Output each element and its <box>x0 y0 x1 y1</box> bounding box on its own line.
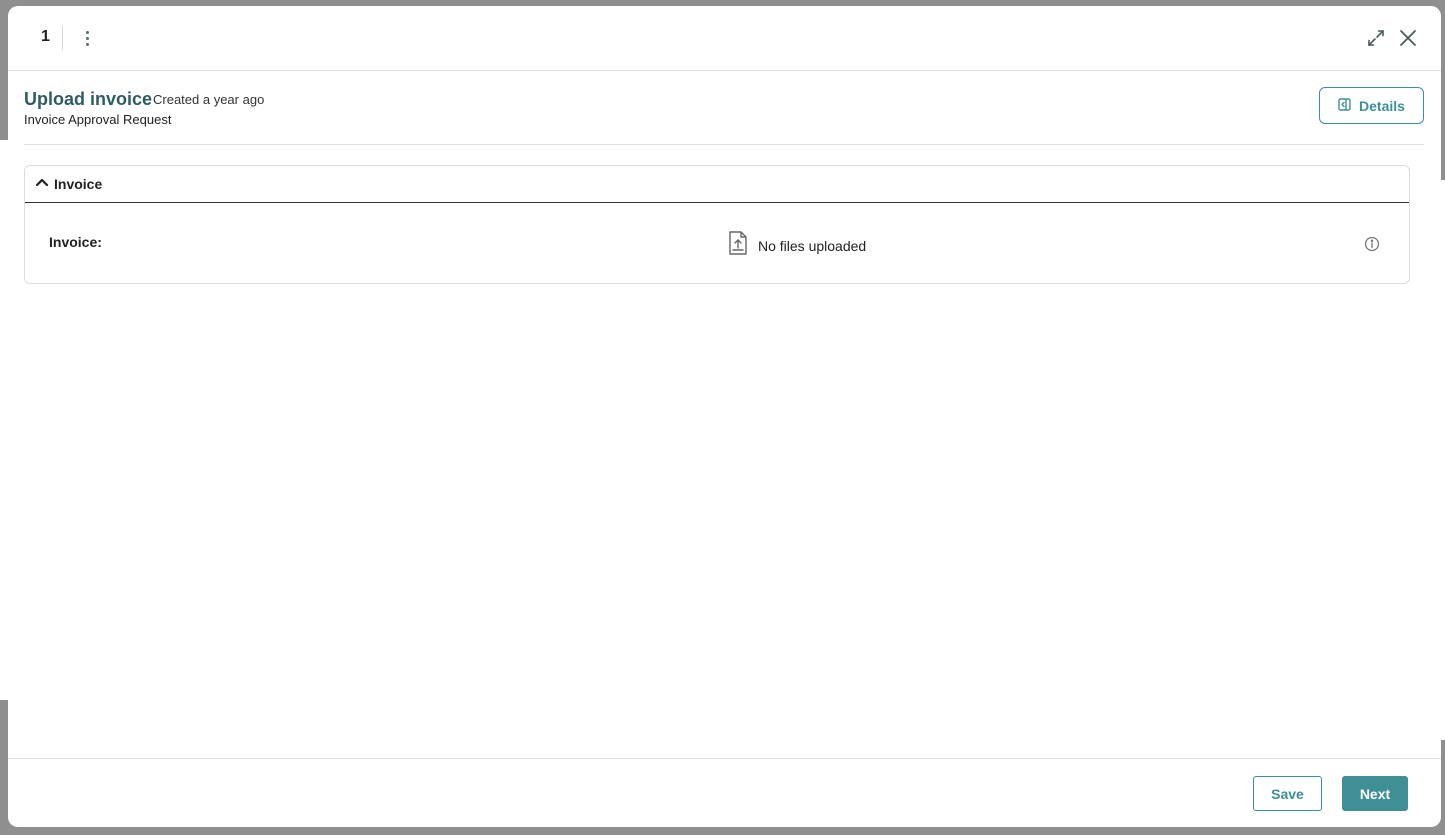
details-button-label: Details <box>1359 97 1405 114</box>
backdrop-page-left <box>0 140 8 700</box>
next-button[interactable]: Next <box>1342 776 1408 811</box>
modal-topbar: 1 <box>8 6 1441 71</box>
step-number: 1 <box>41 28 50 45</box>
invoice-field-label: Invoice: <box>49 234 102 250</box>
topbar-divider <box>62 26 63 50</box>
page-title: Upload invoice <box>24 89 153 109</box>
kebab-menu-icon[interactable] <box>79 26 95 50</box>
invoice-section-toggle[interactable]: Invoice <box>25 166 1409 203</box>
invoice-section: Invoice Invoice: No files uploaded <box>24 165 1410 284</box>
task-header: Upload invoice Created a year ago Invoic… <box>24 71 1424 145</box>
info-icon[interactable] <box>1364 236 1380 252</box>
details-button[interactable]: Details <box>1319 87 1424 124</box>
chevron-up-icon <box>35 175 49 194</box>
file-upload-icon <box>728 231 748 260</box>
close-icon[interactable] <box>1397 27 1419 49</box>
section-title: Invoice <box>54 176 103 192</box>
expand-icon[interactable] <box>1366 28 1386 48</box>
task-modal: 1 Upload invoice Created a year ago Invo… <box>8 6 1441 827</box>
save-button[interactable]: Save <box>1253 776 1322 811</box>
file-upload-area[interactable]: No files uploaded <box>728 231 866 260</box>
details-panel-icon <box>1338 97 1351 114</box>
file-status-text: No files uploaded <box>758 237 867 254</box>
modal-footer: Save Next <box>8 758 1441 827</box>
created-timestamp: Created a year ago <box>153 92 265 107</box>
process-subtitle: Invoice Approval Request <box>24 112 172 127</box>
